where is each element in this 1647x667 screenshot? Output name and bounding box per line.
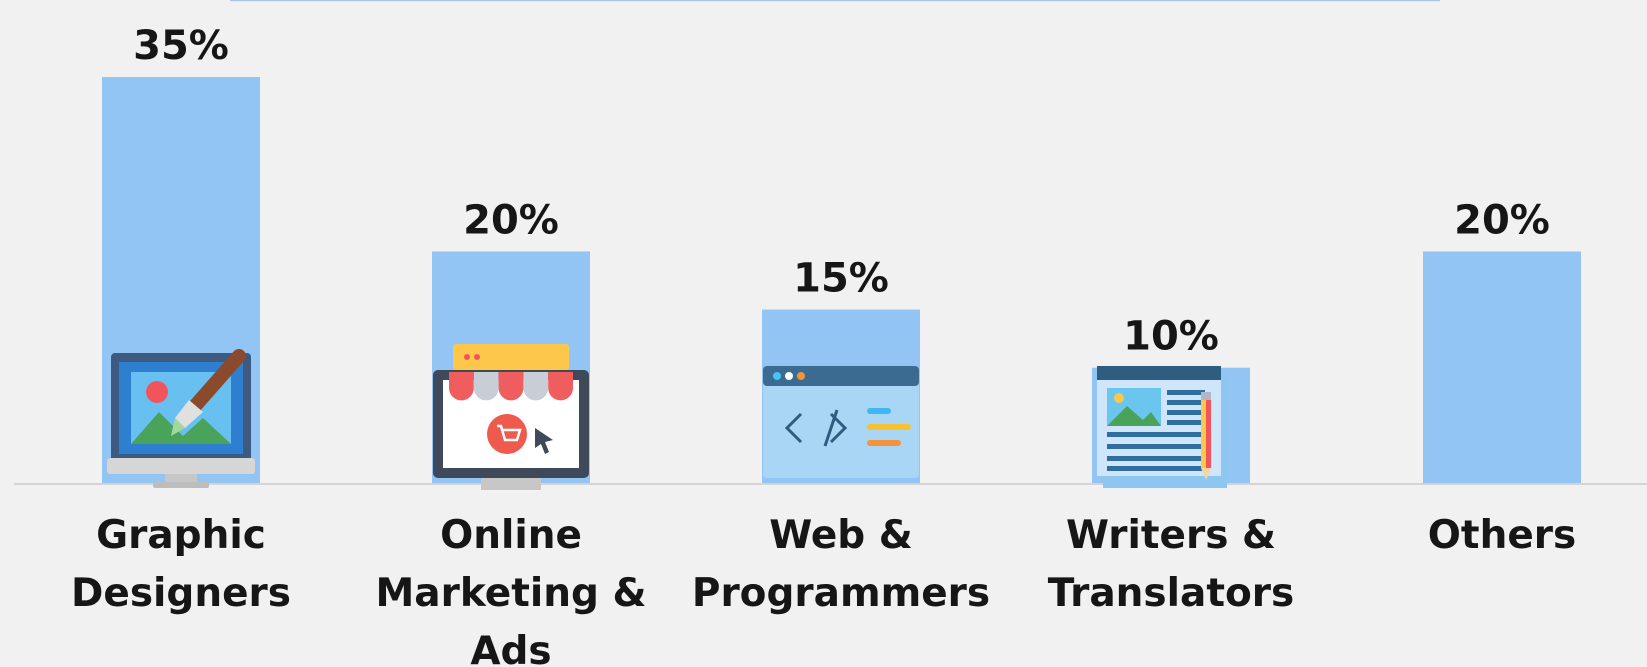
category-label-line: Designers xyxy=(71,571,291,616)
category-labels-layer: Graphic Designers Online Marketing & Ads Web … xyxy=(71,513,1576,667)
online-store-icon xyxy=(433,344,589,490)
value-labels-layer: 35% 20% 15% 10% 20% xyxy=(133,23,1550,360)
value-label-0: 35% xyxy=(133,23,229,69)
value-label-3: 10% xyxy=(1123,314,1219,360)
bar-4 xyxy=(1423,251,1581,484)
value-label-1: 20% xyxy=(463,197,559,243)
category-label-line: Web & xyxy=(769,513,913,558)
category-label-0: Graphic Designers xyxy=(71,513,291,616)
category-label-2: Web & Programmers xyxy=(692,513,990,616)
category-label-line: Graphic xyxy=(96,513,266,558)
value-label-2: 15% xyxy=(793,256,889,302)
category-label-line: Writers & xyxy=(1066,513,1276,558)
category-label-line: Marketing & xyxy=(376,571,647,616)
value-label-4: 20% xyxy=(1454,197,1550,243)
category-label-line: Translators xyxy=(1048,571,1294,616)
paintbrush-monitor-icon xyxy=(107,349,255,488)
category-label-3: Writers & Translators xyxy=(1048,513,1294,616)
icons-layer xyxy=(107,344,1227,490)
category-label-4: Others xyxy=(1428,513,1576,558)
category-label-line: Programmers xyxy=(692,571,990,616)
category-label-line: Others xyxy=(1428,513,1576,558)
document-pencil-icon xyxy=(1097,366,1227,488)
category-label-line: Online xyxy=(440,513,582,558)
code-window-icon xyxy=(763,366,919,478)
category-label-line: Ads xyxy=(470,629,551,667)
bar-chart: 35% 20% 15% 10% 20% Graphic Designers Online Ma… xyxy=(14,0,1647,667)
category-label-1: Online Marketing & Ads xyxy=(376,513,647,667)
